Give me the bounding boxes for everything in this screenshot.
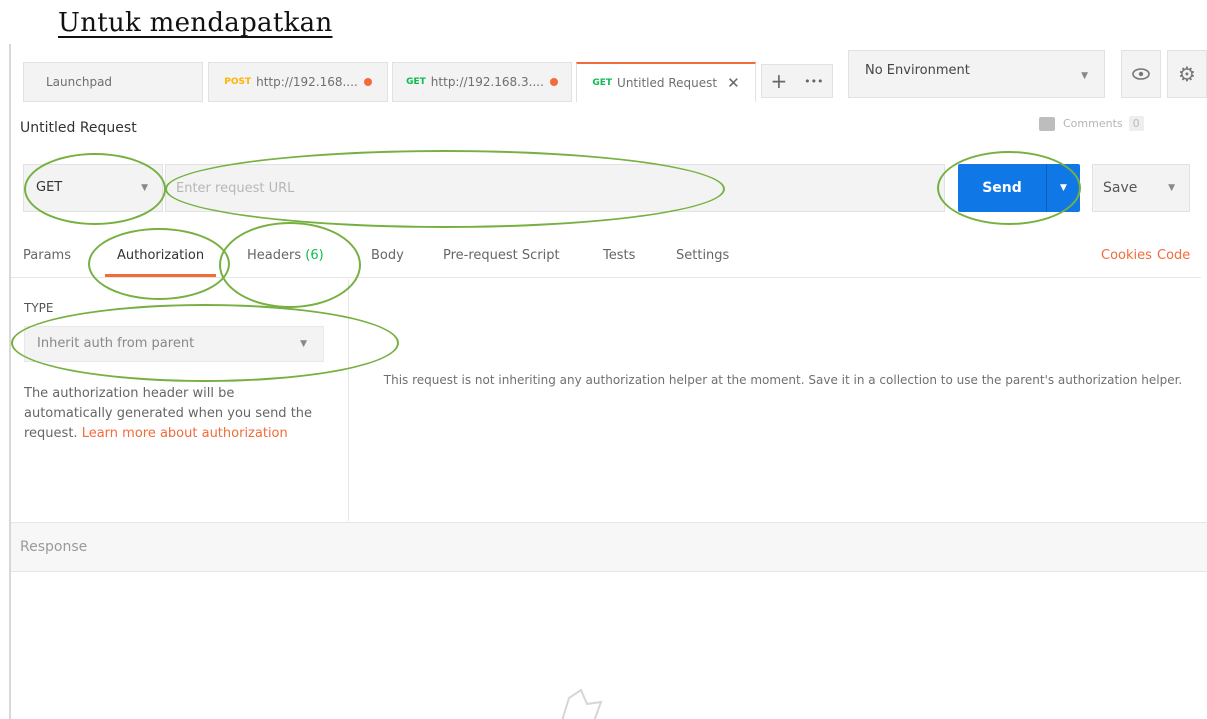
tab-bar: Launchpad POST http://192.168.... GET ht… bbox=[11, 44, 1207, 106]
tab-label: http://192.168.3.... bbox=[430, 75, 544, 89]
method-badge: GET bbox=[592, 78, 613, 88]
tab-tools: + ••• bbox=[761, 64, 833, 98]
url-input[interactable] bbox=[165, 164, 945, 212]
chevron-down-icon[interactable]: ▼ bbox=[1168, 183, 1175, 193]
save-button[interactable]: Save ▼ bbox=[1092, 164, 1190, 212]
method-badge: POST bbox=[224, 77, 252, 87]
eye-icon bbox=[1132, 68, 1150, 80]
tab-label: http://192.168.... bbox=[256, 75, 358, 89]
request-title: Untitled Request bbox=[20, 120, 137, 136]
rocket-icon bbox=[561, 688, 603, 719]
request-tabs: Params Authorization Headers (6) Body Pr… bbox=[11, 240, 1201, 278]
chevron-down-icon[interactable]: ▼ bbox=[1046, 164, 1080, 212]
tab-headers[interactable]: Headers (6) bbox=[247, 248, 324, 263]
more-icon[interactable]: ••• bbox=[804, 75, 823, 88]
tab-pre-request-script[interactable]: Pre-request Script bbox=[443, 248, 560, 263]
tab-label: Untitled Request bbox=[617, 76, 718, 90]
chevron-down-icon: ▼ bbox=[1081, 71, 1088, 81]
settings-button[interactable]: ⚙ bbox=[1167, 50, 1207, 98]
gear-icon: ⚙ bbox=[1178, 62, 1196, 86]
environment-select[interactable]: No Environment ▼ bbox=[848, 50, 1105, 98]
auth-type-value: Inherit auth from parent bbox=[37, 336, 195, 351]
document-heading: Untuk mendapatkan bbox=[58, 8, 333, 38]
comment-icon bbox=[1039, 116, 1055, 131]
unsaved-dot-icon bbox=[549, 78, 558, 86]
unsaved-dot-icon bbox=[363, 78, 372, 86]
send-label: Send bbox=[982, 180, 1022, 196]
method-value: GET bbox=[36, 180, 63, 195]
tab-post-request[interactable]: POST http://192.168.... bbox=[208, 62, 388, 102]
method-badge: GET bbox=[406, 77, 426, 87]
comments-label: Comments bbox=[1063, 117, 1123, 130]
type-label: TYPE bbox=[24, 301, 54, 315]
response-label: Response bbox=[20, 539, 88, 555]
send-button[interactable]: Send ▼ bbox=[958, 164, 1080, 212]
code-link[interactable]: Code bbox=[1157, 248, 1190, 263]
save-label: Save bbox=[1103, 180, 1138, 196]
tab-body[interactable]: Body bbox=[371, 248, 404, 263]
tab-authorization[interactable]: Authorization bbox=[104, 248, 217, 277]
plus-icon[interactable]: + bbox=[770, 69, 787, 93]
cookies-link[interactable]: Cookies bbox=[1101, 248, 1152, 263]
learn-more-link[interactable]: Learn more about authorization bbox=[82, 426, 288, 441]
tab-settings[interactable]: Settings bbox=[676, 248, 729, 263]
headers-count: (6) bbox=[305, 248, 324, 263]
chevron-down-icon: ▼ bbox=[141, 183, 148, 193]
environment-quick-look-button[interactable] bbox=[1121, 50, 1161, 98]
tab-params[interactable]: Params bbox=[23, 248, 71, 263]
auth-description: The authorization header will be automat… bbox=[24, 384, 324, 444]
method-select[interactable]: GET ▼ bbox=[23, 164, 163, 212]
auth-type-panel: TYPE Inherit auth from parent ▼ The auth… bbox=[11, 279, 349, 521]
chevron-down-icon: ▼ bbox=[300, 339, 307, 349]
tab-untitled-request[interactable]: GET Untitled Request ✕ bbox=[576, 62, 756, 102]
tab-tests[interactable]: Tests bbox=[603, 248, 635, 263]
environment-label: No Environment bbox=[865, 63, 970, 78]
tab-label: Launchpad bbox=[46, 75, 113, 89]
close-icon[interactable]: ✕ bbox=[727, 74, 740, 92]
tab-launchpad[interactable]: Launchpad bbox=[23, 62, 203, 102]
comments-button[interactable]: Comments 0 bbox=[1039, 116, 1144, 131]
auth-type-select[interactable]: Inherit auth from parent ▼ bbox=[24, 326, 324, 362]
response-header[interactable]: Response bbox=[11, 522, 1207, 572]
tab-get-request[interactable]: GET http://192.168.3.... bbox=[392, 62, 572, 102]
postman-window: Launchpad POST http://192.168.... GET ht… bbox=[9, 44, 1207, 719]
comments-count: 0 bbox=[1128, 116, 1144, 131]
headers-label: Headers bbox=[247, 248, 302, 263]
auth-inherit-message: This request is not inheriting any autho… bbox=[383, 373, 1183, 387]
